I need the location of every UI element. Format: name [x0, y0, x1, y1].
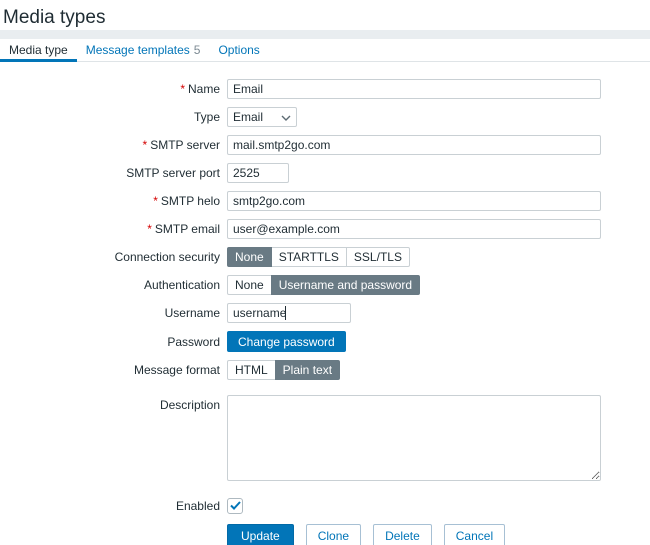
checkmark-icon [230, 499, 241, 513]
form-row-type: Type Email [0, 107, 650, 127]
form-row-password: Password Change password [0, 331, 650, 352]
page-header: Media types [0, 0, 650, 30]
tab-strip-spacer [0, 30, 650, 39]
name-input[interactable] [227, 79, 601, 99]
password-label: Password [0, 332, 220, 352]
connection-security-label: Connection security [0, 247, 220, 267]
message-templates-count-badge: 5 [194, 43, 201, 57]
smtp-server-label: *SMTP server [0, 135, 220, 155]
smtp-helo-input[interactable] [227, 191, 601, 211]
form-row-smtp-email: *SMTP email [0, 219, 650, 239]
required-marker: * [143, 138, 148, 152]
connection-security-option-ssltls[interactable]: SSL/TLS [346, 247, 410, 267]
form-actions: Update Clone Delete Cancel [227, 524, 650, 545]
message-format-segmented-control: HTML Plain text [227, 360, 650, 380]
cancel-button[interactable]: Cancel [444, 524, 505, 545]
form-row-actions: Update Clone Delete Cancel [0, 524, 650, 545]
form-row-enabled: Enabled [0, 496, 650, 516]
smtp-server-input[interactable] [227, 135, 601, 155]
form-row-authentication: Authentication None Username and passwor… [0, 275, 650, 295]
form-row-description: Description [0, 395, 650, 484]
tab-media-type-label: Media type [9, 43, 68, 57]
page-title: Media types [3, 6, 650, 30]
type-select[interactable]: Email [227, 107, 297, 127]
authentication-option-none[interactable]: None [227, 275, 272, 295]
smtp-port-label: SMTP server port [0, 163, 220, 183]
update-button[interactable]: Update [227, 524, 294, 545]
tab-options[interactable]: Options [209, 39, 268, 61]
media-type-form: *Name Type Email *SMTP server SMTP serve… [0, 79, 650, 545]
username-input[interactable] [227, 303, 351, 323]
authentication-option-username-password[interactable]: Username and password [271, 275, 420, 295]
connection-security-option-starttls[interactable]: STARTTLS [271, 247, 347, 267]
required-marker: * [180, 82, 185, 96]
message-format-option-html[interactable]: HTML [227, 360, 276, 380]
message-format-option-plain-text[interactable]: Plain text [275, 360, 340, 380]
enabled-label: Enabled [0, 496, 220, 516]
type-select-value: Email [233, 110, 263, 124]
description-label: Description [0, 395, 220, 415]
tab-message-templates-label: Message templates [86, 43, 190, 57]
clone-button[interactable]: Clone [306, 524, 361, 545]
form-row-message-format: Message format HTML Plain text [0, 360, 650, 380]
smtp-email-label: *SMTP email [0, 219, 220, 239]
tab-media-type[interactable]: Media type [0, 39, 77, 61]
form-row-smtp-helo: *SMTP helo [0, 191, 650, 211]
required-marker: * [153, 194, 158, 208]
tab-message-templates[interactable]: Message templates 5 [77, 39, 210, 61]
smtp-helo-label: *SMTP helo [0, 191, 220, 211]
type-label: Type [0, 107, 220, 127]
form-row-username: Username [0, 303, 650, 323]
description-textarea[interactable] [227, 395, 601, 481]
change-password-button[interactable]: Change password [227, 331, 346, 352]
enabled-checkbox[interactable] [227, 498, 243, 514]
form-row-smtp-server: *SMTP server [0, 135, 650, 155]
authentication-label: Authentication [0, 275, 220, 295]
form-row-connection-security: Connection security None STARTTLS SSL/TL… [0, 247, 650, 267]
required-marker: * [147, 222, 152, 236]
name-label: *Name [0, 79, 220, 99]
tab-options-label: Options [218, 43, 259, 57]
username-label: Username [0, 303, 220, 323]
smtp-port-input[interactable] [227, 163, 289, 183]
authentication-segmented-control: None Username and password [227, 275, 650, 295]
connection-security-option-none[interactable]: None [227, 247, 272, 267]
delete-button[interactable]: Delete [373, 524, 432, 545]
message-format-label: Message format [0, 360, 220, 380]
connection-security-segmented-control: None STARTTLS SSL/TLS [227, 247, 650, 267]
form-row-smtp-port: SMTP server port [0, 163, 650, 183]
tab-bar: Media type Message templates 5 Options [0, 39, 650, 62]
text-cursor [285, 306, 286, 320]
smtp-email-input[interactable] [227, 219, 601, 239]
chevron-down-icon [281, 110, 291, 124]
form-row-name: *Name [0, 79, 650, 99]
